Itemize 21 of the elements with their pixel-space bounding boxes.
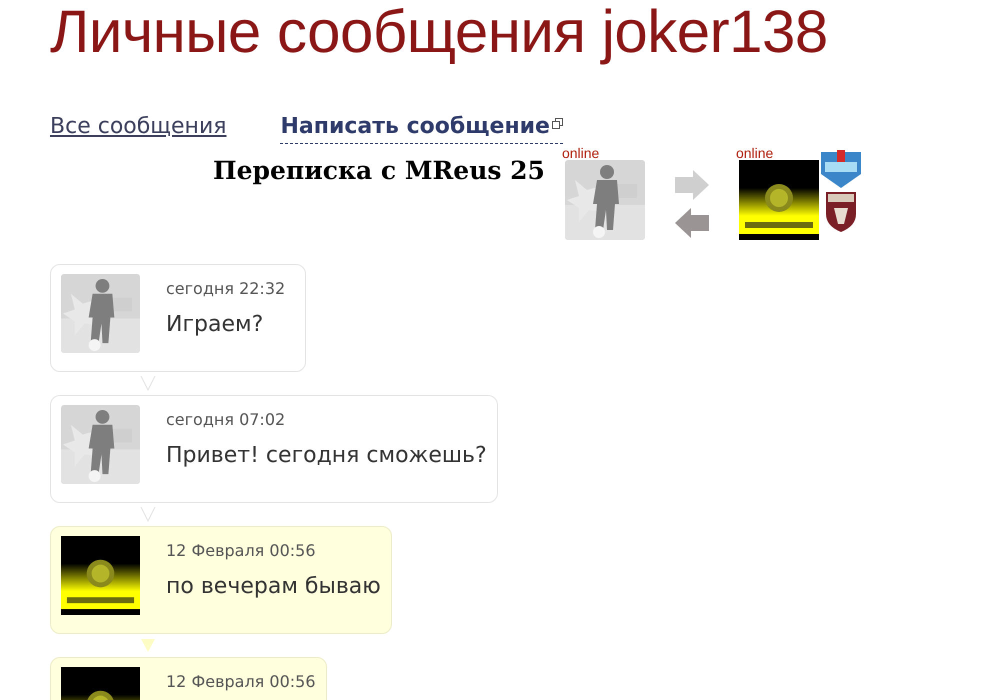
message-text: Привет! сегодня сможешь? <box>166 442 487 469</box>
message-time: 12 Февраля 00:56 <box>166 674 316 690</box>
message-text: по вечерам бываю <box>166 573 381 600</box>
connector-arrow <box>140 376 156 391</box>
popup-icon <box>552 118 563 129</box>
conversation-heading: Переписка с MReus 25 <box>213 155 545 187</box>
message-time: 12 Февраля 00:56 <box>166 543 316 559</box>
message-time: сегодня 07:02 <box>166 412 286 428</box>
crest-icon <box>824 190 858 232</box>
write-message-link[interactable]: Написать сообщение <box>280 110 563 144</box>
page-title: Личные сообщения joker138 <box>50 0 828 64</box>
shield-icon <box>818 148 863 188</box>
online-status: online <box>560 146 600 160</box>
online-status: online <box>734 146 774 160</box>
connector-arrow <box>140 507 156 522</box>
connector-arrow <box>140 638 156 653</box>
arrow-left-icon <box>674 208 709 238</box>
message-text: Играем? <box>166 311 264 338</box>
arrow-right-icon <box>674 170 709 200</box>
all-messages-link[interactable]: Все сообщения <box>50 110 226 143</box>
message-time: сегодня 22:32 <box>166 281 286 297</box>
